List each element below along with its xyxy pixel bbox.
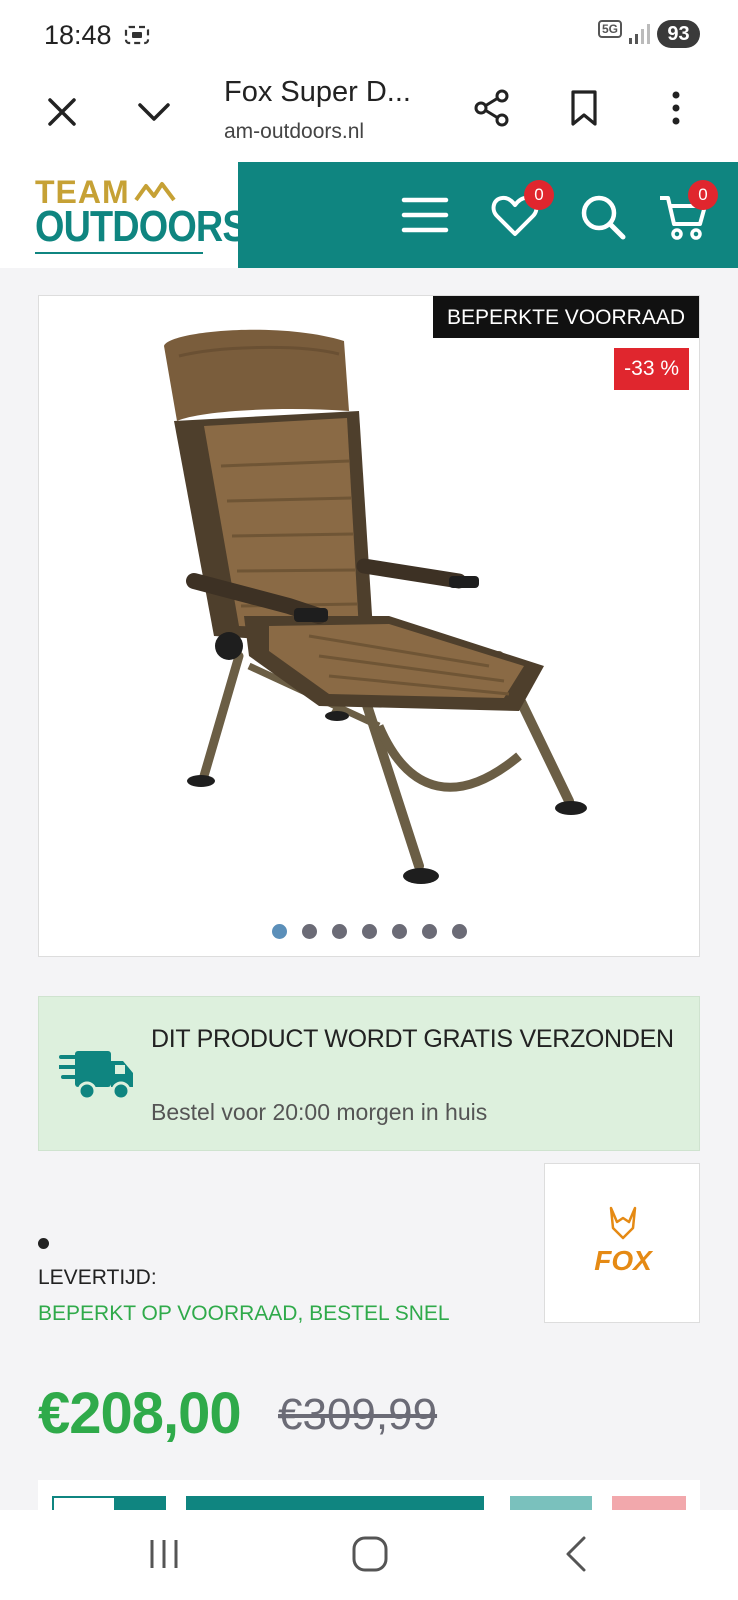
product-image-gallery[interactable]: BEPERKTE VOORRAAD -33 % [38,295,700,957]
gallery-dots [39,924,699,939]
wishlist-badge: 0 [524,180,554,210]
old-price: €309,99 [278,1390,438,1439]
search-icon[interactable] [578,192,628,242]
url-text[interactable]: am-outdoors.nl [224,120,364,144]
screen-capture-icon [124,25,150,45]
add-to-cart-button[interactable] [186,1496,484,1510]
discount-tag: -33 % [614,348,689,390]
gallery-dot[interactable] [451,924,467,939]
logo-underline [35,252,203,254]
more-options-icon[interactable] [656,88,696,128]
delivery-truck-icon [59,1051,133,1101]
logo-outdoors-text: OUTDOORS [35,202,248,251]
free-shipping-banner: DIT PRODUCT WORDT GRATIS VERZONDEN Beste… [38,996,700,1151]
back-icon[interactable] [556,1532,600,1576]
bullet-dot [38,1238,49,1249]
delivery-status: BEPERKT OP VOORRAAD, BESTEL SNEL [38,1302,450,1325]
battery-icon: 93 [657,20,700,48]
close-icon[interactable] [42,92,82,132]
cart-badge: 0 [688,180,718,210]
network-5g-icon: 5G [598,20,623,38]
mountain-icon [134,182,176,202]
shipping-title: DIT PRODUCT WORDT GRATIS VERZONDEN [151,1025,674,1053]
purchase-controls [38,1480,700,1510]
product-chair-image [164,329,587,884]
current-price: €208,00 [38,1381,242,1446]
gallery-dot[interactable] [391,924,407,939]
page-title[interactable]: Fox Super D... [224,76,411,109]
status-time: 18:48 [44,20,112,50]
chevron-down-icon[interactable] [134,92,174,132]
header-actions: 0 0 [238,162,738,268]
compare-button[interactable] [510,1496,592,1510]
browser-toolbar: Fox Super D... am-outdoors.nl [0,70,738,162]
shipping-subtitle: Bestel voor 20:00 morgen in huis [151,1099,488,1125]
share-icon[interactable] [472,88,512,128]
menu-icon[interactable] [400,190,450,240]
status-bar: 18:48 5G 93 [0,0,738,70]
gallery-dot[interactable] [421,924,437,939]
signal-icon [629,24,650,44]
gallery-dot[interactable] [361,924,377,939]
home-icon[interactable] [348,1532,392,1576]
site-header: TEAM OUTDOORS 0 0 [0,162,738,268]
brand-name: FOX [594,1245,654,1276]
wishlist-button[interactable] [612,1496,686,1510]
gallery-dot[interactable] [331,924,347,939]
fox-brand-logo: FOX [594,1206,654,1276]
quantity-button[interactable] [116,1496,166,1510]
site-logo[interactable]: TEAM OUTDOORS [0,162,248,268]
quantity-field[interactable] [52,1496,116,1510]
bookmark-icon[interactable] [564,88,604,128]
system-navigation-bar [0,1510,738,1600]
delivery-label: LEVERTIJD: [38,1266,157,1289]
gallery-dot[interactable] [271,924,287,939]
recent-apps-icon[interactable] [142,1532,186,1576]
gallery-dot[interactable] [301,924,317,939]
brand-logo-box[interactable]: FOX [544,1163,700,1323]
